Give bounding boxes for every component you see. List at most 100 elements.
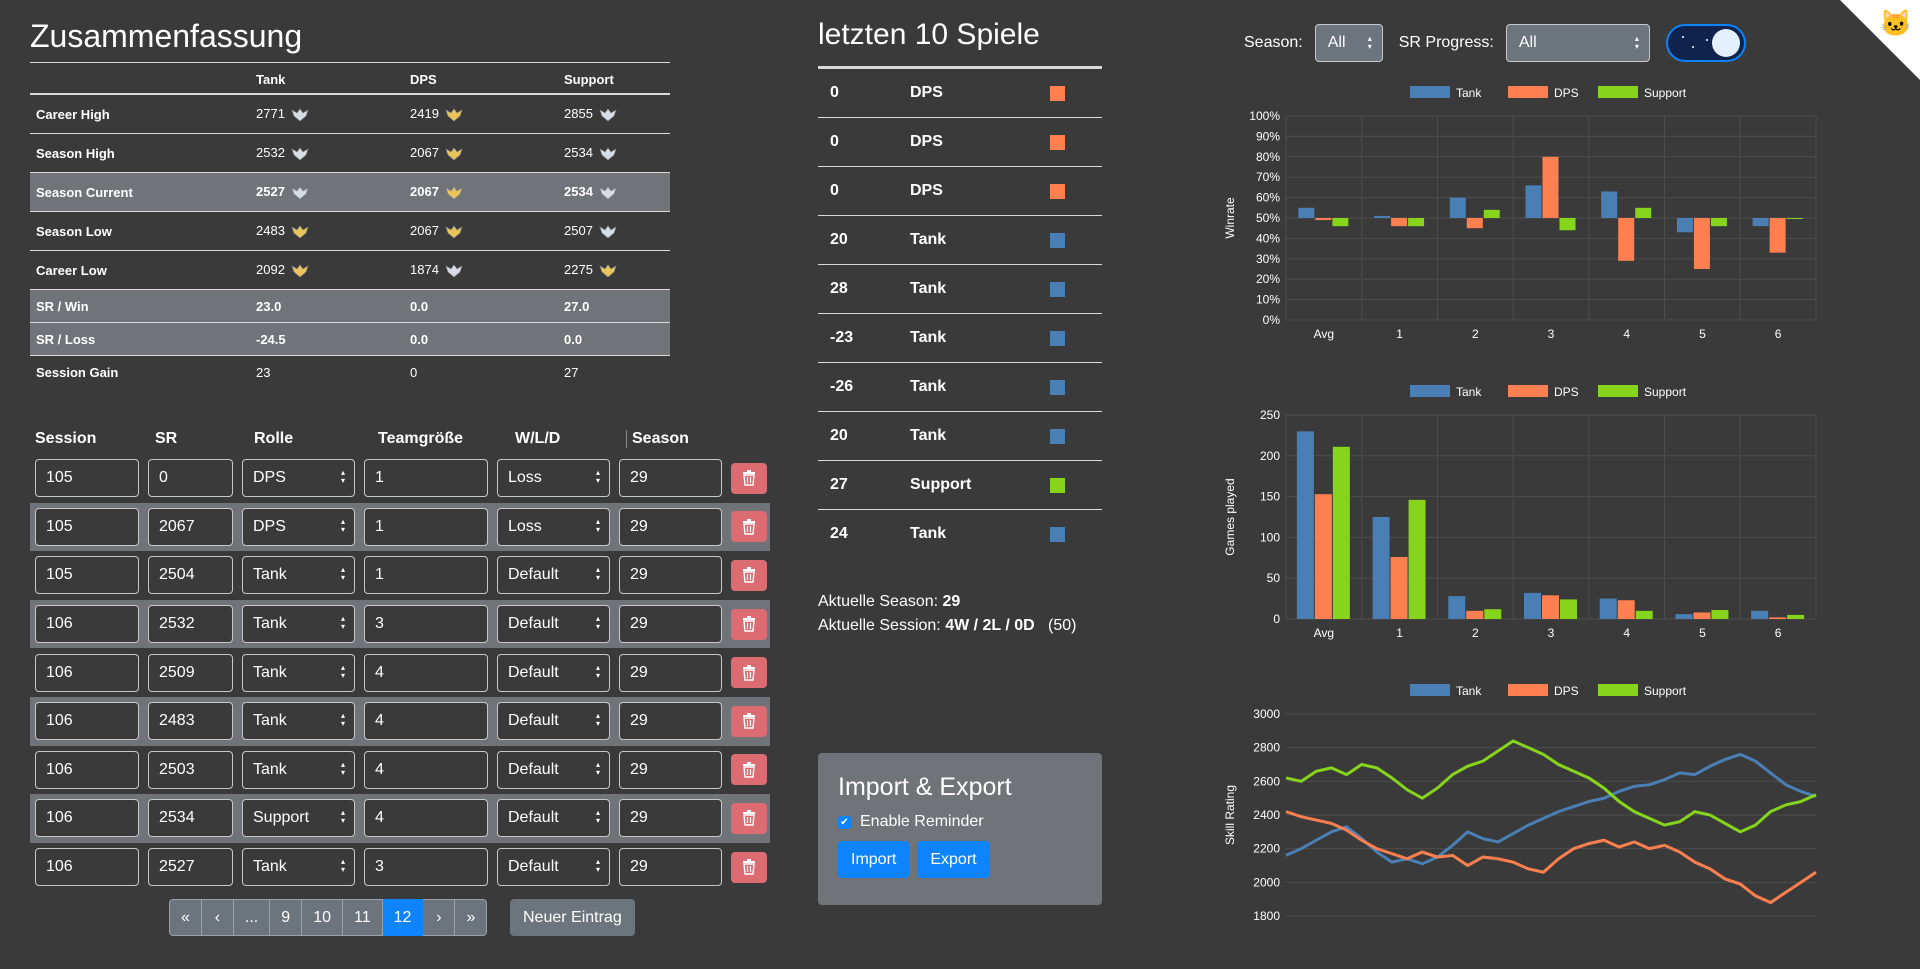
sr-input[interactable]: 2509 xyxy=(148,653,233,692)
page-button[interactable]: 9 xyxy=(270,899,303,936)
wld-select[interactable]: Default xyxy=(497,750,610,789)
sr-input[interactable]: 2534 xyxy=(148,799,233,838)
sr-input-value: 2509 xyxy=(159,663,195,681)
role-select[interactable]: Tank xyxy=(242,848,355,887)
team-size-input[interactable]: 3 xyxy=(364,848,488,887)
delete-button[interactable] xyxy=(731,462,767,494)
entry-row: 106 2534 Support 4 Default 29 xyxy=(30,794,770,843)
team-size-input[interactable]: 4 xyxy=(364,750,488,789)
sr-input[interactable]: 2532 xyxy=(148,605,233,644)
session-input[interactable]: 106 xyxy=(35,848,139,887)
page-button[interactable]: « xyxy=(169,899,202,936)
page-button[interactable]: ‹ xyxy=(201,899,234,936)
session-input[interactable]: 105 xyxy=(35,507,139,546)
summary-cell: 23.0 xyxy=(250,289,404,323)
team-size-input[interactable]: 4 xyxy=(364,653,488,692)
session-input[interactable]: 105 xyxy=(35,556,139,595)
role-select[interactable]: DPS xyxy=(242,459,355,498)
delete-button[interactable] xyxy=(731,608,767,640)
season-filter-select[interactable]: All xyxy=(1314,24,1383,62)
delete-button[interactable] xyxy=(731,511,767,543)
reminder-checkbox[interactable]: ✔ Enable Reminder xyxy=(838,813,1082,831)
summary-value: 2534 xyxy=(564,145,593,161)
delete-button[interactable] xyxy=(731,657,767,689)
export-button[interactable]: Export xyxy=(917,841,990,878)
trash-icon xyxy=(743,713,755,729)
season-input[interactable]: 29 xyxy=(619,848,722,887)
y-tick-label: 60% xyxy=(1256,191,1280,205)
wld-select[interactable]: Loss xyxy=(497,507,610,546)
page-button[interactable]: 11 xyxy=(343,899,383,936)
wld-select[interactable]: Loss xyxy=(497,459,610,498)
delete-button[interactable] xyxy=(731,754,767,786)
sr-input[interactable]: 2503 xyxy=(148,750,233,789)
delete-button[interactable] xyxy=(731,851,767,883)
delete-button[interactable] xyxy=(731,705,767,737)
team-size-input[interactable]: 3 xyxy=(364,605,488,644)
role-select[interactable]: Tank xyxy=(242,702,355,741)
sr-input[interactable]: 2504 xyxy=(148,556,233,595)
page-button[interactable]: › xyxy=(423,899,456,936)
page-button[interactable]: 12 xyxy=(382,899,424,936)
wld-select-value: Default xyxy=(508,615,559,633)
season-input[interactable]: 29 xyxy=(619,605,722,644)
season-input[interactable]: 29 xyxy=(619,799,722,838)
sr-input-value: 2527 xyxy=(159,858,195,876)
page-button[interactable]: 10 xyxy=(302,899,344,936)
role-select[interactable]: Tank xyxy=(242,605,355,644)
season-input[interactable]: 29 xyxy=(619,702,722,741)
session-input[interactable]: 106 xyxy=(35,750,139,789)
wld-select[interactable]: Default xyxy=(497,556,610,595)
wld-select[interactable]: Default xyxy=(497,848,610,887)
role-select[interactable]: Tank xyxy=(242,750,355,789)
team-size-input[interactable]: 4 xyxy=(364,702,488,741)
session-input[interactable]: 105 xyxy=(35,459,139,498)
summary-header xyxy=(30,62,250,95)
sr-progress-select[interactable]: All xyxy=(1505,24,1650,62)
import-button[interactable]: Import xyxy=(838,841,910,878)
header-sr: SR xyxy=(155,430,178,447)
wld-select[interactable]: Default xyxy=(497,702,610,741)
game-role: Tank xyxy=(910,231,947,248)
role-select[interactable]: Tank xyxy=(242,556,355,595)
team-size-input[interactable]: 4 xyxy=(364,799,488,838)
page-button[interactable]: » xyxy=(455,899,488,936)
session-input[interactable]: 106 xyxy=(35,653,139,692)
team-size-input[interactable]: 1 xyxy=(364,507,488,546)
sr-input[interactable]: 2527 xyxy=(148,848,233,887)
team-size-input-value: 1 xyxy=(375,469,384,487)
sr-input[interactable]: 2067 xyxy=(148,507,233,546)
wld-select[interactable]: Default xyxy=(497,653,610,692)
delete-button[interactable] xyxy=(731,559,767,591)
sr-input[interactable]: 2483 xyxy=(148,702,233,741)
checkbox-checked-icon[interactable]: ✔ xyxy=(838,815,851,829)
page-button[interactable]: ... xyxy=(233,899,271,936)
team-size-input[interactable]: 1 xyxy=(364,459,488,498)
delete-button[interactable] xyxy=(731,802,767,834)
wld-select[interactable]: Default xyxy=(497,605,610,644)
team-size-input-value: 4 xyxy=(375,663,384,681)
octocat-icon[interactable]: 🐱 xyxy=(1880,8,1912,39)
summary-cell: 27.0 xyxy=(558,289,670,323)
season-input[interactable]: 29 xyxy=(619,750,722,789)
import-export-title: Import & Export xyxy=(838,773,1012,801)
season-input[interactable]: 29 xyxy=(619,507,722,546)
summary-value: 1874 xyxy=(410,262,439,278)
season-input[interactable]: 29 xyxy=(619,653,722,692)
session-input[interactable]: 106 xyxy=(35,605,139,644)
dark-mode-toggle[interactable] xyxy=(1665,24,1746,62)
bar xyxy=(1693,218,1710,269)
role-select[interactable]: Tank xyxy=(242,653,355,692)
sr-input[interactable]: 0 xyxy=(148,459,233,498)
entries-section: Session SR Rolle Teamgröße W/L/D Season … xyxy=(30,414,770,891)
role-select[interactable]: DPS xyxy=(242,507,355,546)
new-entry-button[interactable]: Neuer Eintrag xyxy=(510,899,635,936)
team-size-input[interactable]: 1 xyxy=(364,556,488,595)
season-input[interactable]: 29 xyxy=(619,556,722,595)
season-input[interactable]: 29 xyxy=(619,459,722,498)
session-input[interactable]: 106 xyxy=(35,702,139,741)
session-input[interactable]: 106 xyxy=(35,799,139,838)
wld-select[interactable]: Default xyxy=(497,799,610,838)
star-icon xyxy=(1681,36,1684,38)
role-select[interactable]: Support xyxy=(242,799,355,838)
